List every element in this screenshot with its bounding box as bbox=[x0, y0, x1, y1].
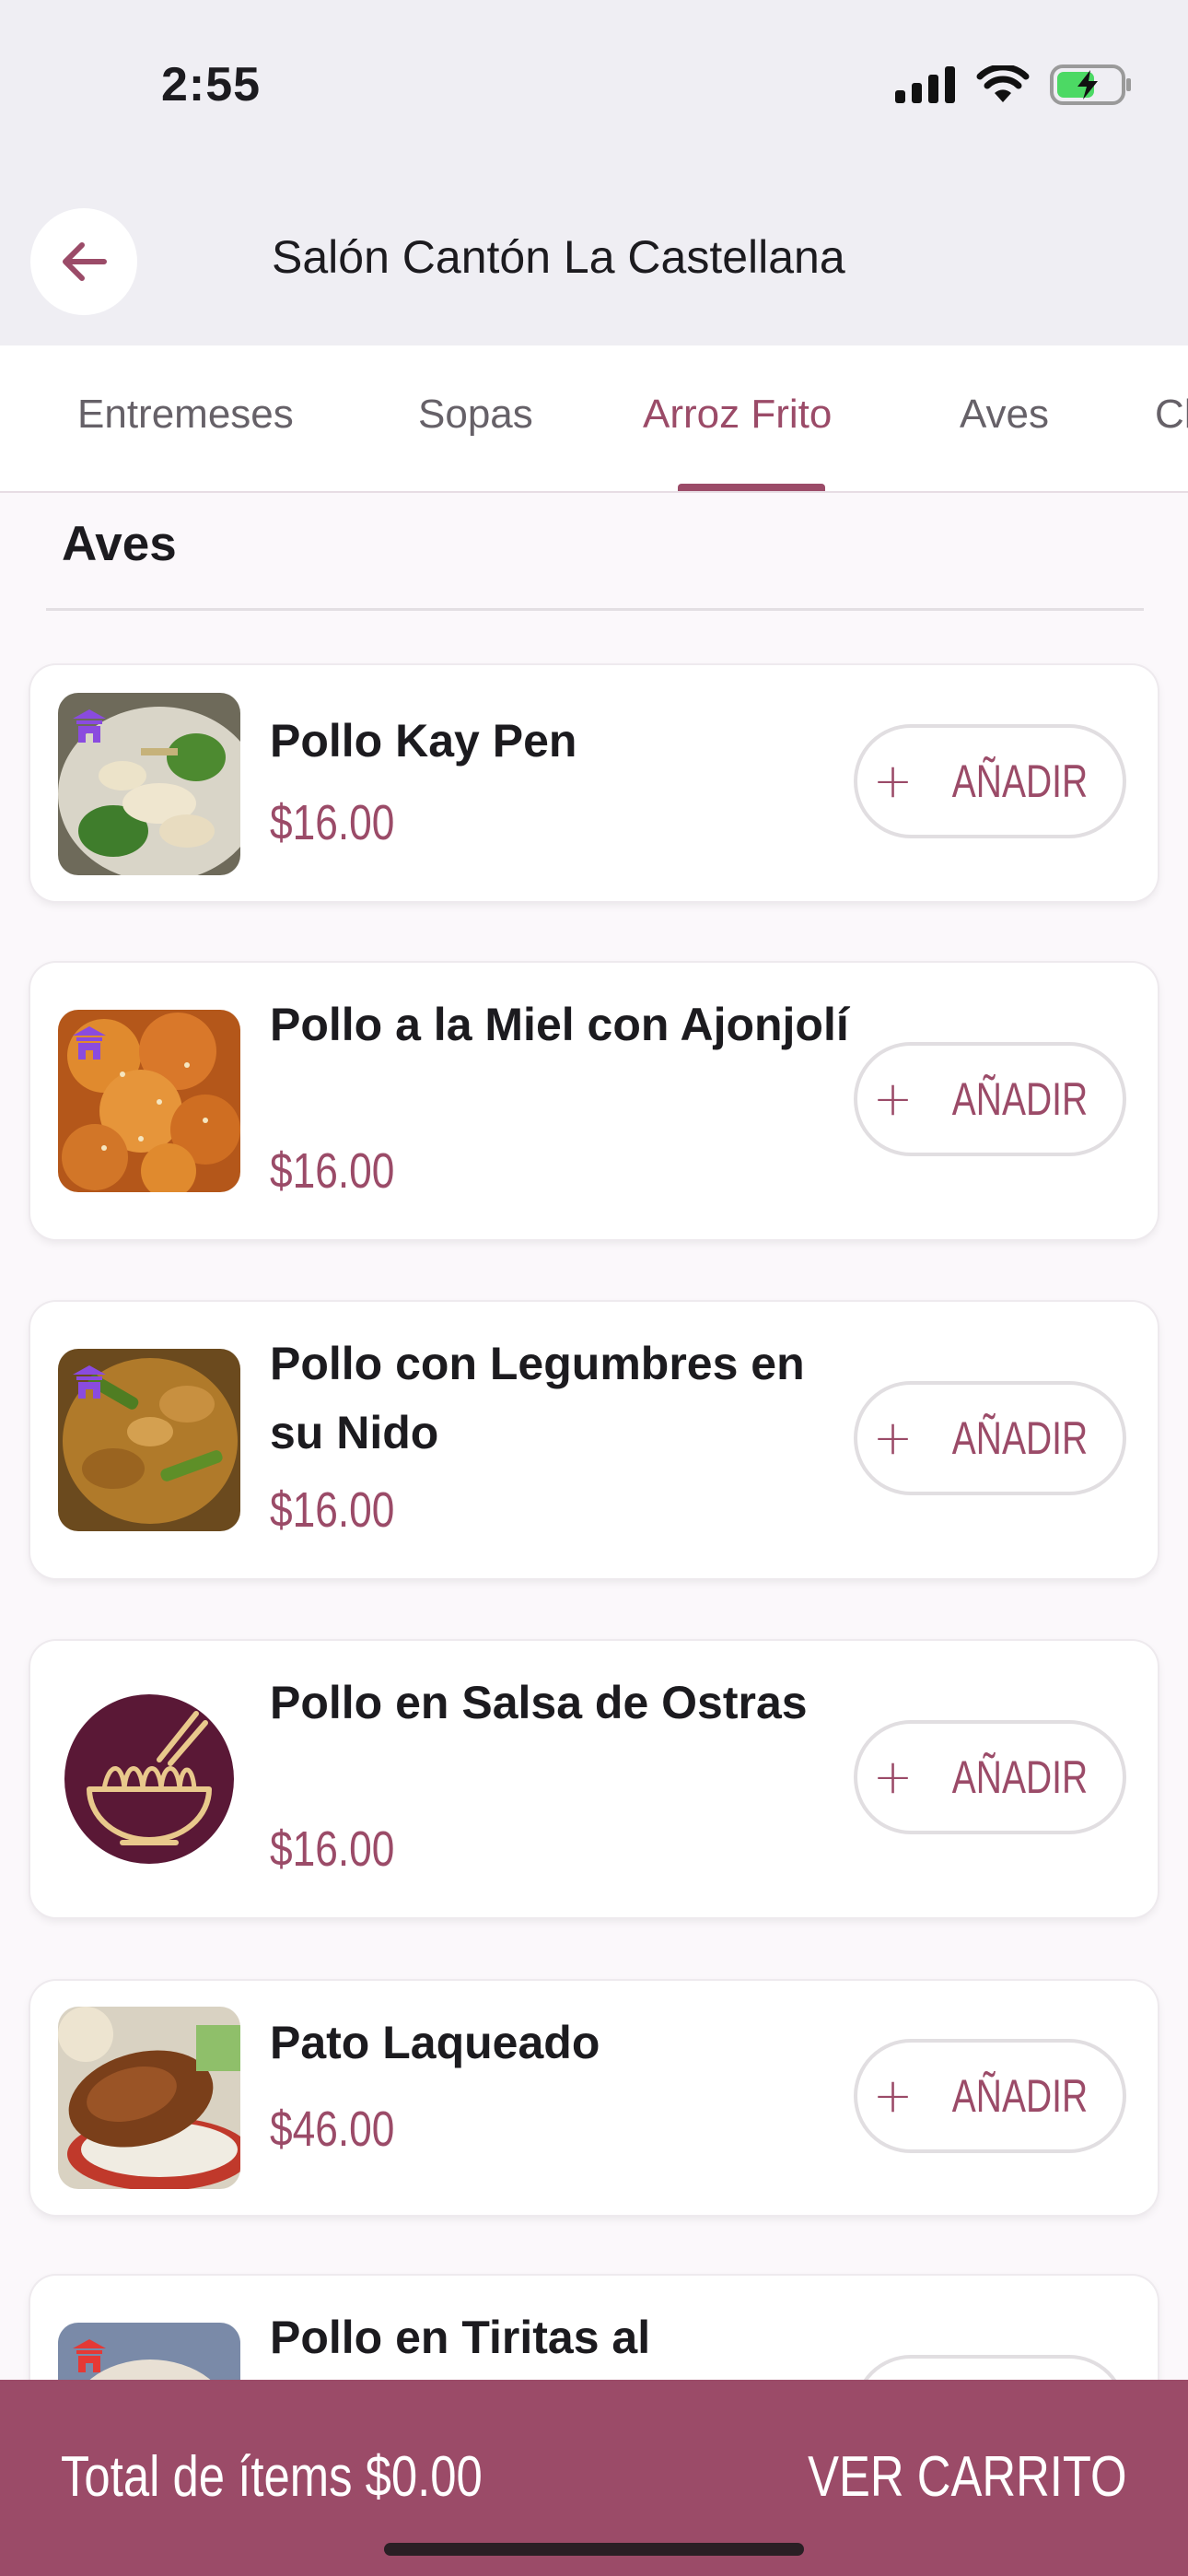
add-button[interactable]: + AÑADIR bbox=[854, 1720, 1126, 1834]
section-divider bbox=[46, 608, 1144, 611]
add-button-label: AÑADIR bbox=[952, 2070, 1089, 2122]
status-icons bbox=[895, 64, 1133, 105]
add-button[interactable]: + AÑADIR bbox=[854, 2039, 1126, 2153]
menu-item-card[interactable]: Pato Laqueado $46.00 + AÑADIR bbox=[30, 1981, 1158, 2215]
plus-icon: + bbox=[872, 1411, 914, 1466]
tab-entremeses[interactable]: Entremeses bbox=[77, 392, 294, 438]
home-indicator bbox=[384, 2543, 804, 2556]
tab-ch[interactable]: Ch bbox=[1155, 392, 1188, 438]
category-tabs: Entremeses Sopas Arroz Frito Aves Ch bbox=[0, 345, 1188, 493]
plus-icon: + bbox=[872, 754, 914, 809]
view-cart-button[interactable]: VER CARRITO bbox=[808, 2444, 1127, 2510]
back-button[interactable] bbox=[30, 208, 137, 315]
add-button[interactable]: + AÑADIR bbox=[854, 724, 1126, 838]
app-header: Salón Cantón La Castellana bbox=[0, 184, 1188, 345]
restaurant-badge-icon bbox=[73, 709, 106, 743]
add-button-label: AÑADIR bbox=[952, 1073, 1089, 1125]
item-price: $16.00 bbox=[270, 1821, 395, 1877]
restaurant-badge-icon bbox=[73, 2339, 106, 2372]
item-price: $16.00 bbox=[270, 1482, 395, 1538]
menu-item-card[interactable]: Pollo a la Miel con Ajonjolí $16.00 + AÑ… bbox=[30, 963, 1158, 1239]
item-name: Pollo Kay Pen bbox=[270, 715, 577, 767]
add-button-label: AÑADIR bbox=[952, 755, 1089, 807]
plus-icon: + bbox=[872, 1750, 914, 1805]
item-price: $16.00 bbox=[270, 1143, 395, 1199]
restaurant-badge-icon bbox=[73, 1026, 106, 1060]
add-button[interactable]: + AÑADIR bbox=[854, 1042, 1126, 1156]
tab-arroz-frito[interactable]: Arroz Frito bbox=[643, 392, 832, 438]
restaurant-badge-icon bbox=[73, 1365, 106, 1399]
menu-item-card[interactable]: Pollo Kay Pen $16.00 + AÑADIR bbox=[30, 665, 1158, 901]
menu-item-card[interactable]: Pollo en Salsa de Ostras $16.00 + AÑADIR bbox=[30, 1641, 1158, 1917]
cart-total: Total de ítems $0.00 bbox=[61, 2445, 483, 2509]
plus-icon: + bbox=[872, 2068, 914, 2124]
add-button-label: AÑADIR bbox=[952, 1412, 1089, 1464]
item-name: Pollo a la Miel con Ajonjolí bbox=[270, 999, 849, 1050]
item-name: Pollo con Legumbres en su Nido bbox=[270, 1338, 805, 1458]
item-image bbox=[58, 2007, 240, 2189]
page-title: Salón Cantón La Castellana bbox=[272, 231, 845, 283]
item-image bbox=[58, 1688, 240, 1870]
item-price: $16.00 bbox=[270, 795, 395, 850]
add-button-label: AÑADIR bbox=[952, 1751, 1089, 1803]
item-image bbox=[58, 1010, 240, 1192]
item-name: Pato Laqueado bbox=[270, 2017, 600, 2068]
status-time: 2:55 bbox=[161, 58, 262, 111]
noodle-bowl-icon bbox=[64, 1694, 234, 1864]
add-button[interactable]: + AÑADIR bbox=[854, 1381, 1126, 1495]
item-price: $46.00 bbox=[270, 2102, 395, 2157]
item-image bbox=[58, 693, 240, 875]
section-title: Aves bbox=[62, 517, 177, 571]
plus-icon: + bbox=[872, 1071, 914, 1127]
battery-charging-icon bbox=[1050, 64, 1131, 105]
signal-icon bbox=[895, 66, 955, 103]
tab-active-indicator bbox=[678, 484, 825, 491]
tab-sopas[interactable]: Sopas bbox=[418, 392, 533, 438]
tab-aves[interactable]: Aves bbox=[960, 392, 1049, 438]
item-name: Pollo en Salsa de Ostras bbox=[270, 1677, 808, 1728]
menu-item-card[interactable]: Pollo con Legumbres en su Nido $16.00 + … bbox=[30, 1302, 1158, 1578]
item-image bbox=[58, 1349, 240, 1531]
status-bar: 2:55 bbox=[0, 0, 1188, 184]
arrow-left-icon bbox=[63, 242, 107, 281]
wifi-icon bbox=[976, 65, 1030, 102]
item-name: Pollo en Tiritas al bbox=[270, 2312, 651, 2363]
